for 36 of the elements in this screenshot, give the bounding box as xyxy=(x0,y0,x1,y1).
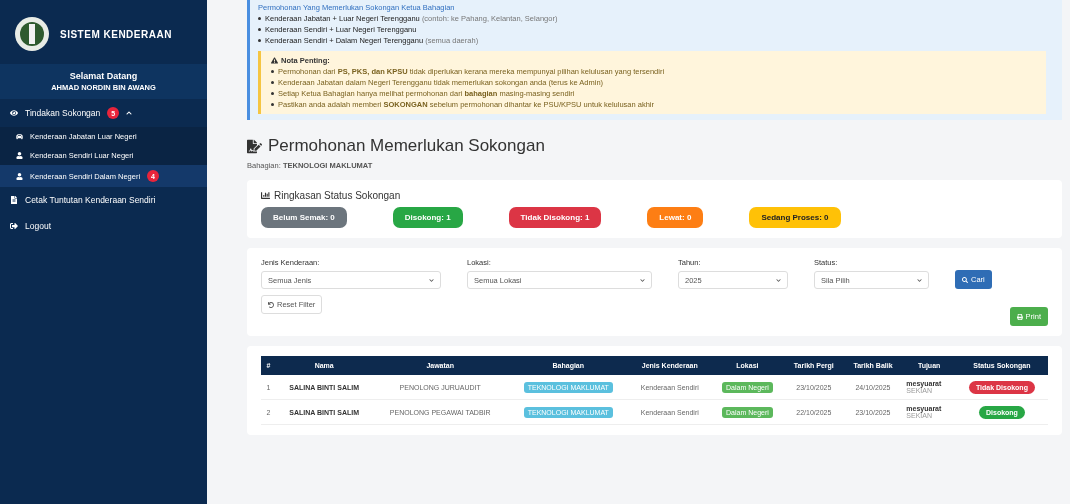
status-count-badge: Disokong: 1 xyxy=(392,207,463,228)
dropdown-icon xyxy=(640,277,645,283)
logo-icon xyxy=(14,16,50,52)
eye-icon xyxy=(10,109,18,117)
chart-icon xyxy=(261,191,270,200)
status-count-badge: Lewat: 0 xyxy=(647,207,704,228)
bullet-icon xyxy=(271,70,274,73)
status-count-badge: Tidak Disokong: 1 xyxy=(508,207,602,228)
bullet-icon xyxy=(258,28,261,31)
warning-icon xyxy=(271,57,278,64)
bullet-icon xyxy=(258,17,261,20)
bullet-icon xyxy=(271,103,274,106)
file-icon xyxy=(10,196,18,204)
bullet-icon xyxy=(271,92,274,95)
bullet-icon xyxy=(258,39,261,42)
dropdown-icon xyxy=(917,277,922,283)
bullet-icon xyxy=(271,81,274,84)
reset-icon xyxy=(268,301,274,308)
page-title: Permohonan Memerlukan Sokongan xyxy=(268,136,545,156)
user-icon xyxy=(16,152,23,159)
app-title: SISTEM KENDERAAN xyxy=(60,28,172,40)
status-count-badge: Sedang Proses: 0 xyxy=(749,207,841,228)
menu-item[interactable]: Cetak Tuntutan Kenderaan Sendiri xyxy=(0,187,207,213)
search-icon xyxy=(962,276,968,283)
status-count-badge: Belum Semak: 0 xyxy=(261,207,347,228)
chevron-up-icon xyxy=(126,110,133,116)
dropdown-icon xyxy=(429,277,434,283)
welcome-text: Selamat Datang xyxy=(69,71,138,81)
print-icon xyxy=(1016,313,1023,320)
exit-icon xyxy=(10,222,18,230)
menu-item[interactable]: Logout xyxy=(0,213,207,239)
summary-title: Ringkasan Status Sokongan xyxy=(274,190,401,201)
dropdown-icon xyxy=(776,277,781,283)
user-icon xyxy=(16,172,23,180)
car-icon xyxy=(16,133,23,140)
document-sign-icon xyxy=(247,138,262,154)
